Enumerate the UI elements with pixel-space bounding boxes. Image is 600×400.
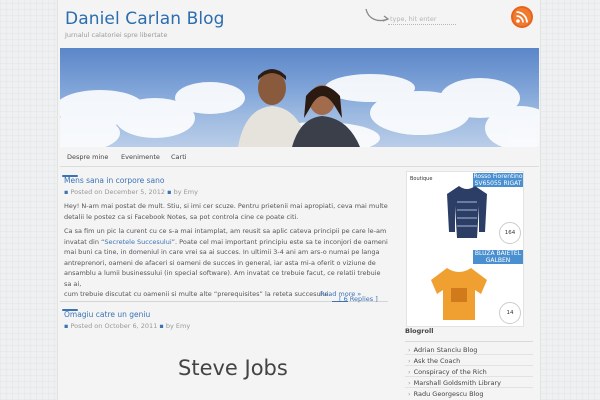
nav-item-evenimente[interactable]: Evenimente [121, 153, 160, 161]
blogroll-item[interactable]: › Conspiracy of the Rich [408, 368, 487, 376]
text-line: detalii le postez ca si Facebook Notes, … [64, 212, 299, 221]
comments-link[interactable]: [ 6 Replies ] [339, 295, 378, 303]
post-author[interactable]: by Emy [166, 322, 190, 330]
sweater-product-image [447, 186, 487, 238]
text-line: ansamblu a lumii businessului (in specia… [64, 269, 381, 288]
site-tagline: Jurnalul calatoriei spre libertate [65, 31, 168, 39]
blogroll-item[interactable]: › Ask the Coach [408, 357, 460, 365]
blogroll-item[interactable]: › Marshall Goldsmith Library [408, 379, 501, 387]
ad-product-label[interactable]: BLUZA BAIETEL GALBEN [473, 250, 523, 264]
post-date: Posted on December 5, 2012 [70, 188, 166, 196]
post-title[interactable]: Mens sana in corpore sano [64, 176, 165, 185]
banner-image [60, 69, 539, 147]
post-meta: ▪ Posted on October 6, 2011 ▪ by Emy [64, 322, 191, 330]
rss-icon[interactable] [510, 5, 534, 29]
text-line: Hey! N-am mai postat de mult. Stiu, si i… [64, 202, 388, 210]
nav-item-despre-mine[interactable]: Despre mine [67, 153, 108, 161]
post-date: Posted on October 6, 2011 [70, 322, 158, 330]
blogroll-heading: Blogroll [405, 327, 533, 342]
text-line: Ca sa fim un pic la curent cu ce s-a mai… [64, 227, 387, 235]
secretele-succesului-link[interactable]: Secretele Succesului [104, 238, 171, 246]
main-nav: Despre mine Evenimente Carti [60, 148, 539, 167]
ad-price-badge: 14 [499, 302, 521, 324]
text-line: antreprenori, oameni de afaceri si oamen… [64, 258, 376, 267]
ad-brand: Boutique [410, 176, 433, 182]
ad-banner[interactable]: Boutique Rosso Fiorentino SV65055 RIGAT 1… [406, 171, 524, 327]
blogroll-item[interactable]: › Radu Georgescu Blog [408, 390, 484, 398]
nav-item-carti[interactable]: Carti [171, 153, 187, 161]
search-input[interactable] [388, 14, 456, 25]
post-author[interactable]: by Emy [174, 188, 198, 196]
text-line: invatat din “Secretele Succesului”. Poat… [64, 237, 388, 246]
steve-jobs-image-text: Steve Jobs [178, 356, 288, 380]
ad-price-badge: 164 [499, 222, 521, 244]
site-title[interactable]: Daniel Carlan Blog [65, 9, 225, 29]
header-banner-photo [60, 48, 539, 147]
post-paragraph: Hey! N-am mai postat de mult. Stiu, si i… [64, 201, 388, 222]
divider [405, 376, 533, 377]
post-title[interactable]: Omagiu catre un geniu [64, 310, 150, 319]
divider [405, 354, 533, 355]
divider [405, 387, 533, 388]
text-line: mai buni ca tine, in domeniul in care vr… [64, 248, 380, 256]
kids-sweater-product-image [431, 268, 487, 320]
post-meta: ▪ Posted on December 5, 2012 ▪ by Emy [64, 188, 198, 196]
divider [405, 365, 533, 366]
blogroll-item[interactable]: › Adrian Stanciu Blog [408, 346, 477, 354]
